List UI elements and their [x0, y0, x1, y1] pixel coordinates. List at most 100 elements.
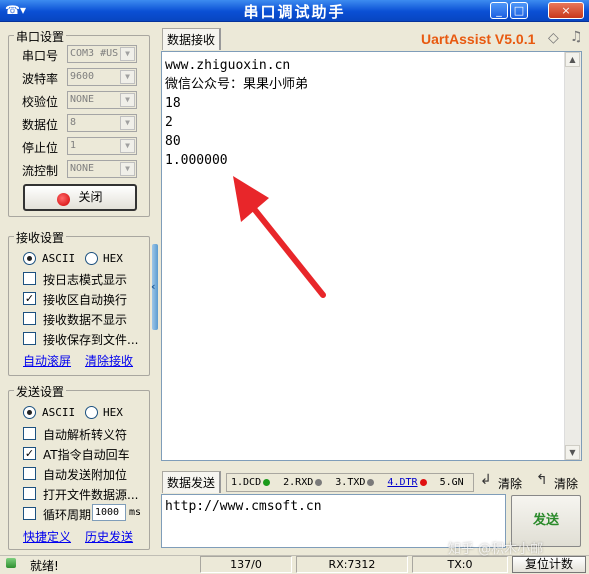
auto-wrap-label: 接收区自动换行: [43, 293, 128, 307]
log-mode-label: 按日志模式显示: [43, 273, 128, 287]
scroll-up-icon[interactable]: ▲: [565, 52, 580, 67]
receive-ascii-label: ASCII: [42, 252, 76, 265]
auto-scroll-link[interactable]: 自动滚屏: [23, 352, 71, 369]
databits-label: 数据位: [22, 118, 59, 132]
receive-hex-label: HEX: [103, 252, 123, 265]
tab-receive[interactable]: 数据接收: [162, 28, 222, 50]
port-status-icon: [57, 193, 71, 206]
parse-escape-checkbox[interactable]: [23, 427, 36, 440]
status-icon: [6, 558, 16, 568]
receive-hex-radio[interactable]: [85, 252, 98, 265]
arrow-shaft: [244, 197, 326, 298]
annotation-arrow: [233, 176, 326, 298]
loop-period-input[interactable]: 1000: [92, 504, 126, 521]
diamond-icon[interactable]: ◇: [548, 30, 559, 46]
port-label: 串口号: [22, 49, 59, 63]
dtr-indicator[interactable]: 4.DTR: [387, 477, 427, 488]
auto-wrap-checkbox[interactable]: ✓: [23, 292, 36, 305]
baud-select[interactable]: 9600 ▼: [67, 68, 137, 86]
chevron-down-icon: ▼: [120, 93, 135, 107]
receive-content: www.zhiguoxin.cn 微信公众号：果果小师弟 18 2 80 1.0…: [165, 56, 308, 170]
gnd-indicator: 5.GN: [439, 477, 464, 488]
chevron-down-icon: ▼: [120, 47, 135, 61]
flowctrl-select[interactable]: NONE ▼: [67, 160, 137, 178]
txd-indicator: 3.TXD: [335, 477, 375, 488]
flowctrl-label: 流控制: [22, 164, 59, 178]
save-to-file-checkbox[interactable]: [23, 332, 36, 345]
clear-receive-link[interactable]: 清除接收: [85, 352, 133, 369]
loop-period-label: 循环周期: [43, 508, 92, 522]
receive-line: 2: [165, 115, 173, 130]
dtr-led-icon: [419, 478, 427, 486]
maximize-button[interactable]: □: [510, 2, 528, 19]
tab-send[interactable]: 数据发送: [162, 471, 222, 493]
receive-line: 微信公众号：果果小师弟: [165, 77, 309, 92]
reset-count-button[interactable]: 复位计数: [512, 556, 586, 573]
clear-send-icon[interactable]: ↲: [480, 472, 492, 488]
chevron-down-icon: ▼: [120, 70, 135, 84]
hide-data-label: 接收数据不显示: [43, 313, 128, 327]
at-auto-enter-checkbox[interactable]: ✓: [23, 447, 36, 460]
receive-ascii-radio[interactable]: [23, 252, 36, 265]
txd-led-icon: [367, 478, 375, 486]
open-close-port-button[interactable]: 关闭: [23, 184, 137, 211]
parity-value: NONE: [70, 94, 95, 105]
stopbits-select[interactable]: 1 ▼: [67, 137, 137, 155]
chevron-down-icon: ▼: [120, 139, 135, 153]
port-select[interactable]: COM3 #US ▼: [67, 45, 137, 63]
port-value: COM3 #US: [70, 48, 119, 59]
minimize-button[interactable]: _: [490, 2, 508, 19]
receive-line: 18: [165, 96, 181, 111]
clear-receive-button[interactable]: 清除: [554, 475, 578, 492]
receive-settings-title: 接收设置: [14, 229, 67, 246]
databits-value: 8: [70, 117, 77, 128]
append-bits-checkbox[interactable]: [23, 467, 36, 480]
at-auto-enter-label: AT指令自动回车: [43, 448, 130, 462]
send-text-content: http://www.cmsoft.cn: [165, 499, 322, 514]
chevron-down-icon: ▼: [120, 162, 135, 176]
send-ascii-radio[interactable]: [23, 406, 36, 419]
receive-scrollbar[interactable]: ▲ ▼: [564, 52, 581, 460]
append-bits-label: 自动发送附加位: [43, 468, 128, 482]
rxd-led-icon: [315, 478, 323, 486]
log-mode-checkbox[interactable]: [23, 272, 36, 285]
status-tx: TX:0: [412, 556, 508, 573]
hide-data-checkbox[interactable]: [23, 312, 36, 325]
serial-settings-title: 串口设置: [14, 28, 67, 45]
receive-line: 80: [165, 134, 181, 149]
loop-period-checkbox[interactable]: [23, 507, 36, 520]
brand-label: UartAssist V5.0.1: [421, 31, 536, 47]
dcd-led-icon: [263, 478, 271, 486]
parse-escape-label: 自动解析转义符: [43, 428, 128, 442]
close-window-button[interactable]: ×: [548, 2, 584, 19]
save-to-file-label: 接收保存到文件...: [43, 333, 139, 347]
file-source-checkbox[interactable]: [23, 487, 36, 500]
receive-line: www.zhiguoxin.cn: [165, 58, 291, 73]
stopbits-label: 停止位: [22, 141, 59, 155]
title-bar: ☎▾ 串口调试助手 _ □ ×: [0, 0, 589, 22]
arrow-head: [233, 176, 269, 222]
send-hex-label: HEX: [103, 406, 123, 419]
parity-select[interactable]: NONE ▼: [67, 91, 137, 109]
history-send-link[interactable]: 历史发送: [85, 528, 133, 545]
flowctrl-value: NONE: [70, 163, 95, 174]
clear-send-button[interactable]: 清除: [498, 475, 522, 492]
watermark: 知乎 @积木小邮: [448, 542, 544, 557]
baud-label: 波特率: [22, 72, 59, 86]
shortcut-define-link[interactable]: 快捷定义: [23, 528, 71, 545]
collapse-arrow-icon: ‹: [151, 280, 156, 293]
databits-select[interactable]: 8 ▼: [67, 114, 137, 132]
receive-line: 1.000000: [165, 153, 228, 168]
send-ascii-label: ASCII: [42, 406, 76, 419]
open-close-port-label: 关闭: [78, 190, 103, 204]
bell-icon[interactable]: ♫: [570, 29, 583, 45]
rxd-indicator: 2.RXD: [283, 477, 323, 488]
baud-value: 9600: [70, 71, 95, 82]
stopbits-value: 1: [70, 140, 77, 151]
scroll-down-icon[interactable]: ▼: [565, 445, 580, 460]
send-hex-radio[interactable]: [85, 406, 98, 419]
chevron-down-icon: ▼: [120, 116, 135, 130]
status-count: 137/0: [200, 556, 292, 573]
file-source-label: 打开文件数据源...: [43, 488, 139, 502]
clear-receive-icon[interactable]: ↰: [536, 472, 548, 488]
